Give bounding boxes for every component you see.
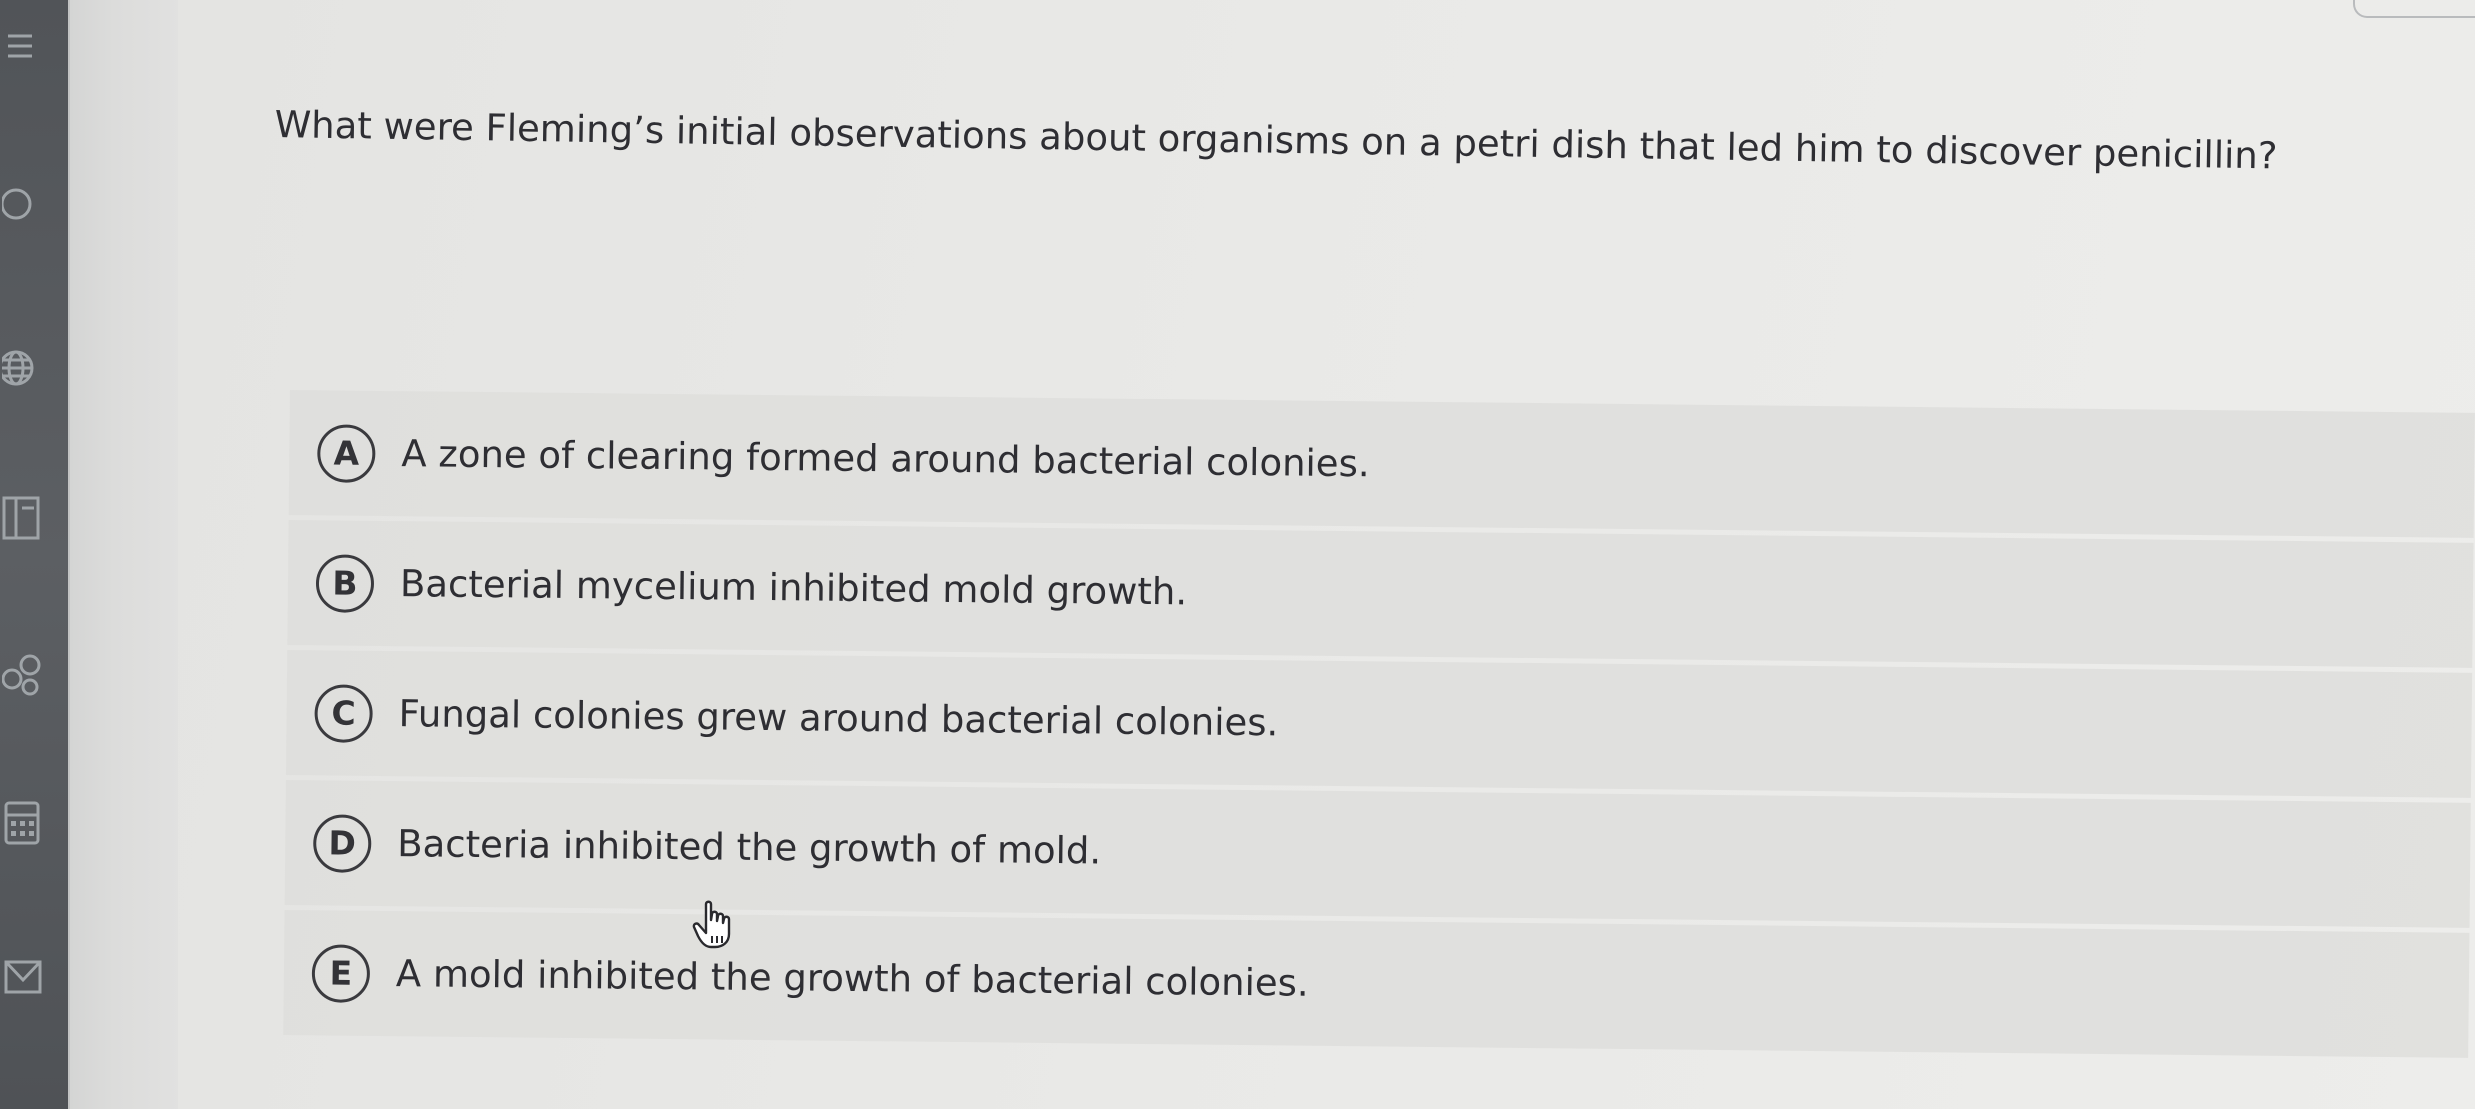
answer-options: A A zone of clearing formed around bacte… [283,390,2475,1063]
option-b-text: Bacterial mycelium inhibited mold growth… [399,562,1188,614]
option-a-text: A zone of clearing formed around bacteri… [401,432,1370,486]
sidebar [0,0,68,1109]
search-icon[interactable] [2,178,46,234]
option-a-letter[interactable]: A [317,423,376,483]
globe-icon[interactable] [2,340,46,396]
link-icon[interactable] [2,645,46,701]
option-c[interactable]: C Fungal colonies grew around bacterial … [285,649,2473,798]
option-d-letter[interactable]: D [312,813,372,873]
menu-icon[interactable] [2,18,46,74]
option-b[interactable]: B Bacterial mycelium inhibited mold grow… [287,519,2474,668]
option-d[interactable]: D Bacteria inhibited the growth of mold. [284,779,2471,928]
option-a[interactable]: A A zone of clearing formed around bacte… [288,390,2475,538]
layout-icon[interactable] [2,490,46,546]
option-c-text: Fungal colonies grew around bacterial co… [398,692,1279,745]
hand-pointer-icon [692,900,738,950]
calculator-icon[interactable] [2,795,46,851]
option-c-letter[interactable]: C [314,683,373,743]
option-e-letter[interactable]: E [311,943,371,1003]
option-b-letter[interactable]: B [315,553,375,613]
sidebar-gutter [68,0,180,1109]
corner-tab[interactable] [2353,0,2475,18]
option-e-text: A mold inhibited the growth of bacterial… [395,952,1309,1005]
mail-icon[interactable] [2,950,46,1006]
option-d-text: Bacteria inhibited the growth of mold. [397,822,1102,873]
option-e[interactable]: E A mold inhibited the growth of bacteri… [283,909,2470,1058]
